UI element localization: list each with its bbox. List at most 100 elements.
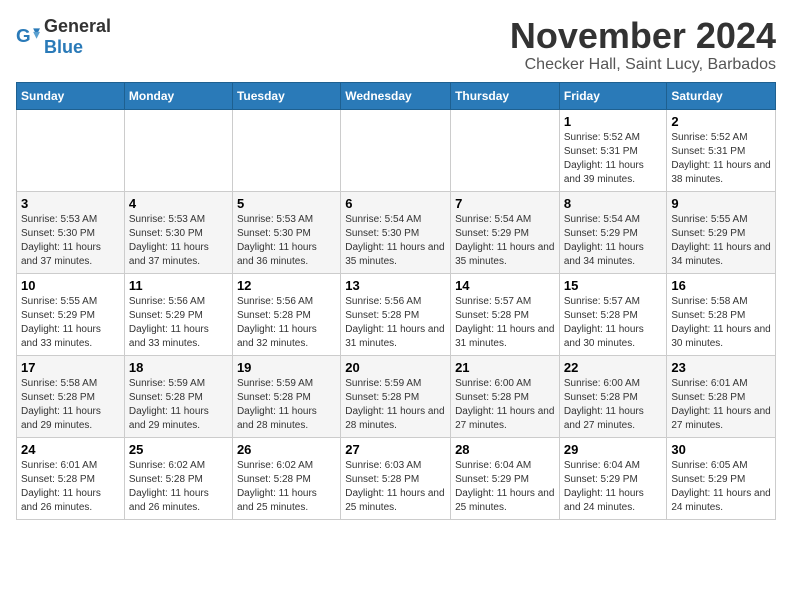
calendar-week-row: 17 Sunrise: 5:58 AM Sunset: 5:28 PM Dayli… — [17, 355, 776, 437]
day-number: 1 — [564, 114, 663, 129]
calendar-cell: 10 Sunrise: 5:55 AM Sunset: 5:29 PM Dayli… — [17, 273, 125, 355]
day-number: 24 — [21, 442, 120, 457]
calendar-week-row: 3 Sunrise: 5:53 AM Sunset: 5:30 PM Daylig… — [17, 191, 776, 273]
calendar-cell: 2 Sunrise: 5:52 AM Sunset: 5:31 PM Daylig… — [667, 109, 776, 191]
day-info: Sunrise: 6:05 AM Sunset: 5:29 PM Dayligh… — [671, 459, 771, 515]
calendar-cell: 29 Sunrise: 6:04 AM Sunset: 5:29 PM Dayli… — [559, 437, 667, 519]
day-number: 29 — [564, 442, 663, 457]
day-info: Sunrise: 5:58 AM Sunset: 5:28 PM Dayligh… — [21, 377, 120, 433]
svg-text:G: G — [16, 25, 31, 46]
day-number: 21 — [455, 360, 555, 375]
day-number: 27 — [345, 442, 446, 457]
day-number: 30 — [671, 442, 771, 457]
weekday-header-cell: Tuesday — [232, 82, 340, 109]
day-info: Sunrise: 6:00 AM Sunset: 5:28 PM Dayligh… — [455, 377, 555, 433]
calendar-cell: 1 Sunrise: 5:52 AM Sunset: 5:31 PM Daylig… — [559, 109, 667, 191]
day-info: Sunrise: 6:01 AM Sunset: 5:28 PM Dayligh… — [21, 459, 120, 515]
day-info: Sunrise: 6:04 AM Sunset: 5:29 PM Dayligh… — [455, 459, 555, 515]
day-number: 7 — [455, 196, 555, 211]
day-number: 17 — [21, 360, 120, 375]
weekday-header-row: SundayMondayTuesdayWednesdayThursdayFrid… — [17, 82, 776, 109]
day-number: 12 — [237, 278, 336, 293]
calendar-cell: 13Sunrise: 5:56 AM Sunset: 5:28 PM Dayli… — [341, 273, 451, 355]
weekday-header-cell: Sunday — [17, 82, 125, 109]
day-number: 11 — [129, 278, 228, 293]
day-info: Sunrise: 5:59 AM Sunset: 5:28 PM Dayligh… — [345, 377, 446, 433]
calendar-cell: 23Sunrise: 6:01 AM Sunset: 5:28 PM Dayli… — [667, 355, 776, 437]
day-info: Sunrise: 5:53 AM Sunset: 5:30 PM Dayligh… — [237, 213, 336, 269]
day-info: Sunrise: 5:53 AM Sunset: 5:30 PM Dayligh… — [21, 213, 120, 269]
day-info: Sunrise: 5:54 AM Sunset: 5:29 PM Dayligh… — [455, 213, 555, 269]
calendar-cell: 3 Sunrise: 5:53 AM Sunset: 5:30 PM Daylig… — [17, 191, 125, 273]
calendar-week-row: 1 Sunrise: 5:52 AM Sunset: 5:31 PM Daylig… — [17, 109, 776, 191]
day-number: 14 — [455, 278, 555, 293]
calendar-cell: 19 Sunrise: 5:59 AM Sunset: 5:28 PM Dayli… — [232, 355, 340, 437]
title-area: November 2024 Checker Hall, Saint Lucy, … — [510, 16, 776, 74]
day-info: Sunrise: 5:54 AM Sunset: 5:30 PM Dayligh… — [345, 213, 446, 269]
calendar-cell: 5Sunrise: 5:53 AM Sunset: 5:30 PM Daylig… — [232, 191, 340, 273]
day-number: 3 — [21, 196, 120, 211]
calendar-cell: 4 Sunrise: 5:53 AM Sunset: 5:30 PM Daylig… — [124, 191, 232, 273]
day-info: Sunrise: 5:59 AM Sunset: 5:28 PM Dayligh… — [129, 377, 228, 433]
calendar-cell: 27Sunrise: 6:03 AM Sunset: 5:28 PM Dayli… — [341, 437, 451, 519]
day-number: 9 — [671, 196, 771, 211]
calendar-cell: 14 Sunrise: 5:57 AM Sunset: 5:28 PM Dayli… — [451, 273, 560, 355]
calendar-cell: 25Sunrise: 6:02 AM Sunset: 5:28 PM Dayli… — [124, 437, 232, 519]
calendar-cell: 22Sunrise: 6:00 AM Sunset: 5:28 PM Dayli… — [559, 355, 667, 437]
calendar-cell: 15Sunrise: 5:57 AM Sunset: 5:28 PM Dayli… — [559, 273, 667, 355]
day-number: 19 — [237, 360, 336, 375]
calendar-cell: 21 Sunrise: 6:00 AM Sunset: 5:28 PM Dayli… — [451, 355, 560, 437]
header: G General Blue November 2024 Checker Hal… — [16, 16, 776, 74]
calendar-cell: 26 Sunrise: 6:02 AM Sunset: 5:28 PM Dayli… — [232, 437, 340, 519]
day-number: 6 — [345, 196, 446, 211]
day-info: Sunrise: 5:55 AM Sunset: 5:29 PM Dayligh… — [21, 295, 120, 351]
calendar-cell: 20 Sunrise: 5:59 AM Sunset: 5:28 PM Dayli… — [341, 355, 451, 437]
calendar-week-row: 24 Sunrise: 6:01 AM Sunset: 5:28 PM Dayli… — [17, 437, 776, 519]
day-number: 23 — [671, 360, 771, 375]
calendar-cell: 6 Sunrise: 5:54 AM Sunset: 5:30 PM Daylig… — [341, 191, 451, 273]
weekday-header-cell: Wednesday — [341, 82, 451, 109]
calendar-cell: 18 Sunrise: 5:59 AM Sunset: 5:28 PM Dayli… — [124, 355, 232, 437]
logo-blue: Blue — [44, 37, 83, 57]
month-title: November 2024 — [510, 16, 776, 56]
day-info: Sunrise: 6:04 AM Sunset: 5:29 PM Dayligh… — [564, 459, 663, 515]
day-number: 22 — [564, 360, 663, 375]
logo-text: General Blue — [44, 16, 111, 58]
calendar-cell: 9 Sunrise: 5:55 AM Sunset: 5:29 PM Daylig… — [667, 191, 776, 273]
calendar-cell: 17 Sunrise: 5:58 AM Sunset: 5:28 PM Dayli… — [17, 355, 125, 437]
day-info: Sunrise: 5:53 AM Sunset: 5:30 PM Dayligh… — [129, 213, 228, 269]
day-info: Sunrise: 5:55 AM Sunset: 5:29 PM Dayligh… — [671, 213, 771, 269]
day-number: 20 — [345, 360, 446, 375]
calendar-cell: 8Sunrise: 5:54 AM Sunset: 5:29 PM Daylig… — [559, 191, 667, 273]
day-info: Sunrise: 5:52 AM Sunset: 5:31 PM Dayligh… — [564, 131, 663, 187]
logo-general: General — [44, 16, 111, 36]
day-number: 8 — [564, 196, 663, 211]
day-info: Sunrise: 5:56 AM Sunset: 5:28 PM Dayligh… — [345, 295, 446, 351]
calendar-cell: 11Sunrise: 5:56 AM Sunset: 5:29 PM Dayli… — [124, 273, 232, 355]
calendar-cell — [232, 109, 340, 191]
day-info: Sunrise: 5:56 AM Sunset: 5:28 PM Dayligh… — [237, 295, 336, 351]
calendar-cell: 16Sunrise: 5:58 AM Sunset: 5:28 PM Dayli… — [667, 273, 776, 355]
calendar-cell: 7 Sunrise: 5:54 AM Sunset: 5:29 PM Daylig… — [451, 191, 560, 273]
day-info: Sunrise: 5:58 AM Sunset: 5:28 PM Dayligh… — [671, 295, 771, 351]
day-info: Sunrise: 5:52 AM Sunset: 5:31 PM Dayligh… — [671, 131, 771, 187]
day-number: 28 — [455, 442, 555, 457]
calendar-body: 1 Sunrise: 5:52 AM Sunset: 5:31 PM Daylig… — [17, 109, 776, 519]
day-number: 26 — [237, 442, 336, 457]
calendar-cell: 30 Sunrise: 6:05 AM Sunset: 5:29 PM Dayli… — [667, 437, 776, 519]
day-info: Sunrise: 5:59 AM Sunset: 5:28 PM Dayligh… — [237, 377, 336, 433]
calendar-cell: 24 Sunrise: 6:01 AM Sunset: 5:28 PM Dayli… — [17, 437, 125, 519]
day-number: 18 — [129, 360, 228, 375]
day-number: 4 — [129, 196, 228, 211]
weekday-header-cell: Thursday — [451, 82, 560, 109]
logo: G General Blue — [16, 16, 111, 58]
calendar-cell — [17, 109, 125, 191]
weekday-header-cell: Monday — [124, 82, 232, 109]
day-info: Sunrise: 5:57 AM Sunset: 5:28 PM Dayligh… — [455, 295, 555, 351]
weekday-header-cell: Friday — [559, 82, 667, 109]
day-info: Sunrise: 6:02 AM Sunset: 5:28 PM Dayligh… — [237, 459, 336, 515]
day-number: 10 — [21, 278, 120, 293]
day-number: 2 — [671, 114, 771, 129]
calendar-table: SundayMondayTuesdayWednesdayThursdayFrid… — [16, 82, 776, 520]
calendar-cell — [341, 109, 451, 191]
